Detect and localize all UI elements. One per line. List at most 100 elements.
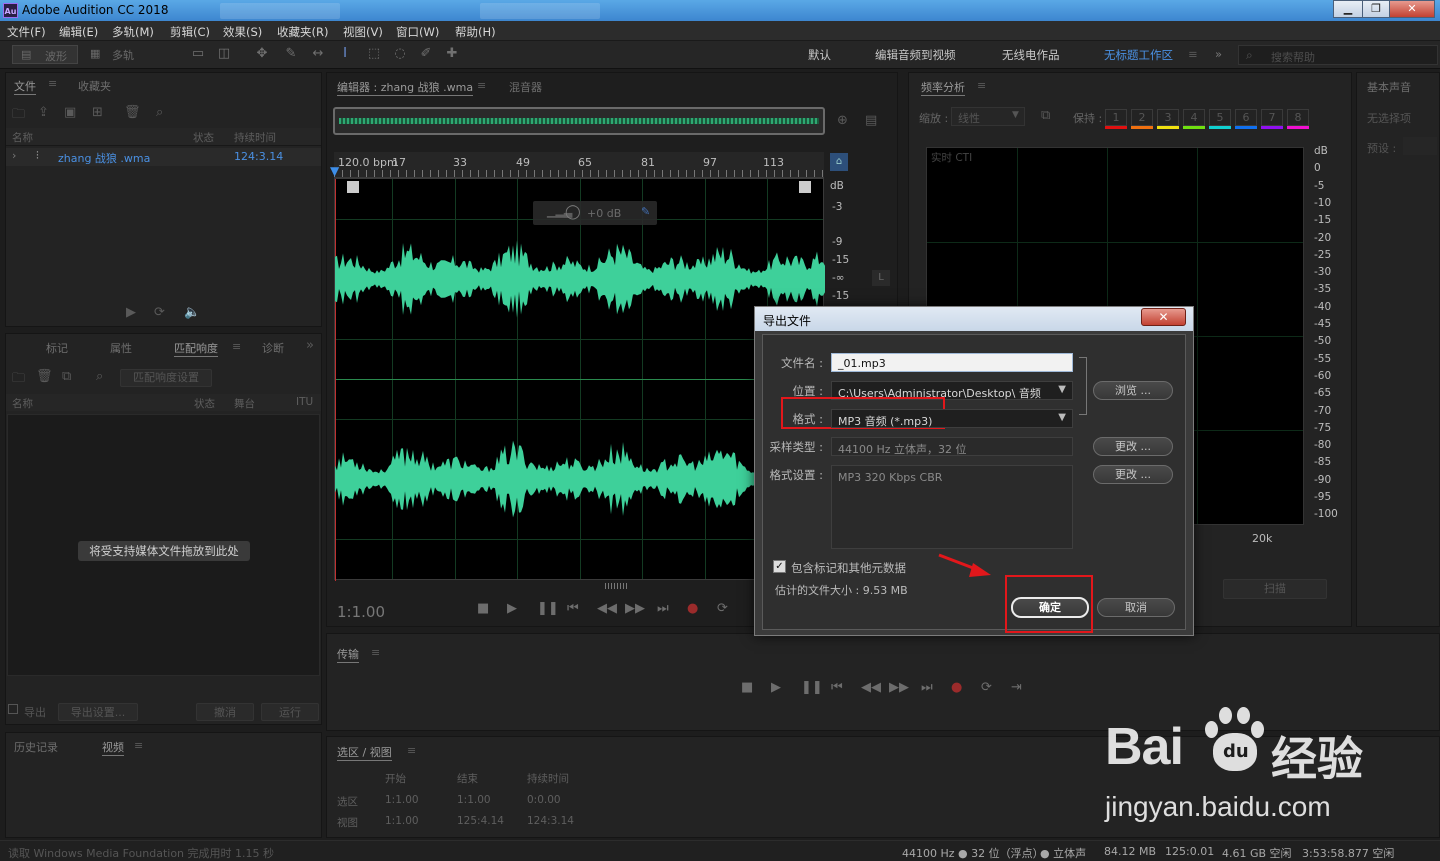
- new-file-icon[interactable]: ▣: [64, 105, 76, 120]
- panel-menu-icon[interactable]: ≡: [134, 739, 143, 752]
- scroll-grip[interactable]: [605, 583, 629, 589]
- brush-tool-icon[interactable]: ✐: [418, 46, 434, 62]
- autoplay-icon[interactable]: 🔈: [184, 305, 200, 320]
- time-ruler[interactable]: 120.0 bpm 17 33 49 65 81 97 113 ▼: [330, 152, 824, 178]
- menu-multitrack[interactable]: 多轨(M): [112, 24, 154, 40]
- menu-edit[interactable]: 编辑(E): [59, 24, 98, 40]
- play-icon[interactable]: ▶: [126, 305, 136, 320]
- lasso-tool-icon[interactable]: ◌: [392, 46, 408, 62]
- rewind-icon[interactable]: ◀◀: [597, 601, 617, 616]
- search-icon[interactable]: ⌕: [96, 369, 103, 384]
- workspace-menu-icon[interactable]: ≡: [1188, 47, 1198, 61]
- view-duration[interactable]: 124:3.14: [527, 815, 574, 827]
- panel-menu-icon[interactable]: ≡: [977, 79, 986, 92]
- zoom-icon[interactable]: ⊕: [837, 113, 848, 128]
- hold-button-2[interactable]: 2: [1131, 109, 1153, 129]
- tab-history[interactable]: 历史记录: [14, 739, 58, 755]
- cancel-button[interactable]: 取消: [1097, 598, 1175, 617]
- help-search-input[interactable]: 搜索帮助: [1271, 49, 1315, 65]
- expand-icon[interactable]: ›: [12, 149, 16, 162]
- selection-duration[interactable]: 0:0.00: [527, 794, 561, 806]
- channel-l-toggle[interactable]: L: [872, 270, 890, 286]
- tab-match-loudness[interactable]: 匹配响度: [174, 340, 218, 357]
- stop-icon[interactable]: ■: [741, 680, 753, 695]
- record-icon[interactable]: ●: [687, 601, 698, 616]
- rewind-icon[interactable]: ◀◀: [861, 680, 881, 695]
- dialog-close-button[interactable]: ✕: [1141, 308, 1186, 326]
- scan-button[interactable]: 扫描: [1223, 579, 1327, 599]
- panel-menu-icon[interactable]: ≡: [371, 646, 380, 659]
- menu-favorites[interactable]: 收藏夹(R): [277, 24, 328, 40]
- playhead-icon[interactable]: ▼: [330, 164, 339, 178]
- panel-menu-icon[interactable]: ≡: [232, 340, 241, 353]
- file-row[interactable]: › ⫶ zhang 战狼 .wma 124:3.14: [6, 148, 321, 166]
- snap-icon[interactable]: ⌂: [830, 153, 848, 171]
- minimize-button[interactable]: ▁: [1333, 0, 1363, 18]
- fast-forward-icon[interactable]: ▶▶: [625, 601, 645, 616]
- stop-icon[interactable]: ■: [477, 601, 489, 616]
- waveform-view-button[interactable]: ▤ 波形: [12, 45, 78, 64]
- workspace-overflow-icon[interactable]: »: [1215, 47, 1222, 61]
- include-markers-checkbox[interactable]: ✓: [773, 560, 786, 573]
- panel-menu-icon[interactable]: ≡: [407, 744, 416, 757]
- hold-button-5[interactable]: 5: [1209, 109, 1231, 129]
- fade-out-handle[interactable]: [799, 181, 811, 193]
- hold-button-6[interactable]: 6: [1235, 109, 1257, 129]
- view-end[interactable]: 125:4.14: [457, 815, 504, 827]
- go-start-icon[interactable]: ⏮: [567, 601, 579, 616]
- export-checkbox[interactable]: [8, 704, 18, 714]
- hold-button-1[interactable]: 1: [1105, 109, 1127, 129]
- change-sample-button[interactable]: 更改 ...: [1093, 437, 1173, 456]
- tab-files[interactable]: 文件: [14, 78, 36, 95]
- workspace-edit-to-video[interactable]: 编辑音频到视频: [875, 47, 956, 63]
- help-search-box[interactable]: ⌕ 搜索帮助: [1238, 45, 1438, 65]
- play-icon[interactable]: ▶: [507, 601, 517, 616]
- go-start-icon[interactable]: ⏮: [831, 680, 843, 695]
- hold-button-8[interactable]: 8: [1287, 109, 1309, 129]
- tab-essential-sound[interactable]: 基本声音: [1367, 79, 1411, 95]
- restore-button[interactable]: ❐: [1362, 0, 1390, 18]
- hold-button-3[interactable]: 3: [1157, 109, 1179, 129]
- hold-button-7[interactable]: 7: [1261, 109, 1283, 129]
- settings-icon[interactable]: ⧉: [1041, 108, 1050, 123]
- preset-select[interactable]: [1403, 137, 1437, 155]
- ok-button[interactable]: 确定: [1011, 597, 1089, 618]
- delete-icon[interactable]: 🗑: [124, 105, 141, 120]
- delete-icon[interactable]: 🗑: [36, 369, 53, 384]
- panel-menu-icon[interactable]: ≡: [477, 79, 486, 92]
- col-status[interactable]: 状态: [193, 130, 214, 145]
- play-icon[interactable]: ▶: [771, 680, 781, 695]
- insert-icon[interactable]: ⊞: [92, 105, 103, 120]
- skip-icon[interactable]: ⇥: [1011, 680, 1022, 695]
- loop-icon[interactable]: ⟳: [154, 305, 165, 320]
- menu-file[interactable]: 文件(F): [7, 24, 46, 40]
- selection-start[interactable]: 1:1.00: [385, 794, 419, 806]
- menu-window[interactable]: 窗口(W): [396, 24, 439, 40]
- drop-zone[interactable]: 将受支持媒体文件拖放到此处: [7, 414, 320, 676]
- settings-icon[interactable]: ▤: [865, 113, 877, 128]
- waveform-display[interactable]: ▁▂▃ ◯ +0 dB ✎: [334, 178, 825, 589]
- hold-button-4[interactable]: 4: [1183, 109, 1205, 129]
- tab-selection-view[interactable]: 选区 / 视图: [337, 744, 392, 761]
- workspace-radio[interactable]: 无线电作品: [1002, 47, 1060, 63]
- workspace-default[interactable]: 默认: [808, 47, 831, 63]
- run-button[interactable]: 运行: [261, 703, 319, 721]
- marquee-tool-icon[interactable]: ⬚: [366, 46, 382, 62]
- fade-in-handle[interactable]: [347, 181, 359, 193]
- tab-transport[interactable]: 传输: [337, 646, 359, 663]
- go-end-icon[interactable]: ⏭: [657, 601, 669, 616]
- match-loudness-settings-button[interactable]: 匹配响度设置: [120, 369, 212, 387]
- gain-hud[interactable]: ▁▂▃ ◯ +0 dB ✎: [533, 201, 657, 225]
- col-itu[interactable]: ITU: [296, 396, 313, 408]
- razor-tool-icon[interactable]: ✎: [283, 46, 299, 62]
- tab-properties[interactable]: 属性: [110, 340, 132, 356]
- export-settings-button[interactable]: 导出设置...: [58, 703, 138, 721]
- menu-view[interactable]: 视图(V): [343, 24, 383, 40]
- zoom-select[interactable]: 线性 ▼: [951, 107, 1025, 126]
- browse-button[interactable]: 浏览 ...: [1093, 381, 1173, 400]
- format-select[interactable]: MP3 音频 (*.mp3) ▼: [831, 409, 1073, 428]
- filename-input[interactable]: _01.mp3: [831, 353, 1073, 372]
- go-end-icon[interactable]: ⏭: [921, 680, 933, 695]
- gain-knob-icon[interactable]: ◯: [565, 204, 581, 220]
- pause-icon[interactable]: ❚❚: [537, 601, 559, 616]
